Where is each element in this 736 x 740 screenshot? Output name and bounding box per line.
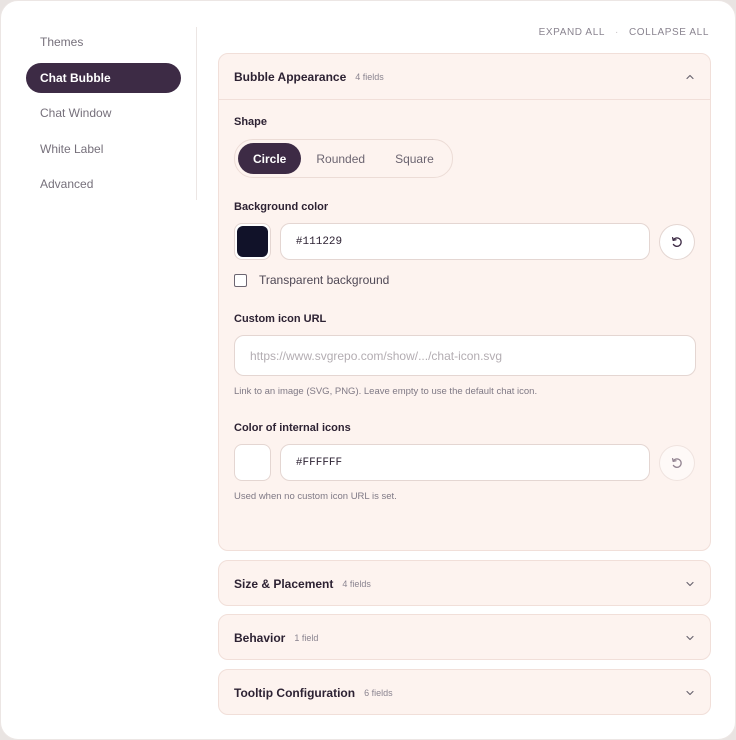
background-color-label: Background color (234, 201, 329, 213)
custom-icon-url-label: Custom icon URL (234, 313, 327, 325)
background-color-input[interactable]: #111229 (279, 223, 651, 260)
shape-option-circle[interactable]: Circle (238, 143, 302, 174)
sidebar-item-chat-bubble[interactable]: Chat Bubble (26, 62, 181, 93)
panel-size-placement: Size & Placement 4 fields (218, 560, 711, 606)
panel-tooltip-configuration: Tooltip Configuration 6 fields (218, 669, 711, 715)
panel-header-bubble-appearance[interactable]: Bubble Appearance 4 fields (219, 54, 710, 99)
internal-icons-color-row: #FFFFFF (234, 444, 696, 481)
panel-title: Tooltip Configuration (234, 685, 356, 700)
transparent-background-label: Transparent background (259, 273, 390, 287)
shape-label: Shape (234, 116, 268, 128)
internal-icons-color-hint: Used when no custom icon URL is set. (234, 491, 397, 502)
actions-separator: · (615, 27, 619, 38)
expand-all-button[interactable]: EXPAND ALL (539, 27, 605, 38)
sidebar-divider (196, 27, 197, 200)
panel-title: Behavior (234, 630, 286, 645)
panel-actions: EXPAND ALL · COLLAPSE ALL (539, 27, 709, 38)
panel-header-size-placement[interactable]: Size & Placement 4 fields (219, 561, 710, 606)
internal-icons-color-reset-button[interactable] (659, 444, 696, 481)
panel-field-count: 4 fields (355, 71, 384, 82)
shape-option-rounded[interactable]: Rounded (301, 143, 380, 174)
background-color-reset-button[interactable] (659, 223, 696, 260)
panel-title: Bubble Appearance (234, 69, 347, 84)
sidebar-nav: Themes Chat Bubble Chat Window White Lab… (26, 27, 181, 205)
panel-body-bubble-appearance: Shape Circle Rounded Square Background c… (219, 99, 710, 502)
internal-icons-color-fill (236, 447, 268, 478)
internal-icons-color-input[interactable]: #FFFFFF (279, 444, 651, 481)
background-color-fill (236, 226, 268, 257)
transparent-background-checkbox[interactable] (234, 273, 247, 287)
chevron-down-icon (686, 690, 694, 695)
background-color-row: #111229 (234, 223, 696, 260)
chevron-down-icon (686, 635, 694, 640)
custom-icon-url-hint: Link to an image (SVG, PNG). Leave empty… (234, 386, 538, 397)
internal-icons-color-label: Color of internal icons (234, 422, 351, 434)
collapse-all-button[interactable]: COLLAPSE ALL (629, 27, 709, 38)
sidebar-item-chat-window[interactable]: Chat Window (26, 98, 181, 128)
shape-selector: Circle Rounded Square (234, 139, 453, 178)
sidebar-item-themes[interactable]: Themes (26, 27, 181, 57)
chevron-down-icon (686, 581, 694, 586)
panel-field-count: 1 field (294, 632, 319, 643)
panel-bubble-appearance: Bubble Appearance 4 fields Shape Circle … (218, 53, 711, 551)
reset-icon (671, 457, 682, 468)
internal-icons-color-swatch[interactable] (234, 444, 271, 481)
reset-icon (671, 236, 682, 247)
background-color-swatch[interactable] (234, 223, 271, 260)
panel-header-tooltip-configuration[interactable]: Tooltip Configuration 6 fields (219, 670, 710, 715)
panel-field-count: 4 fields (342, 578, 371, 589)
shape-option-square[interactable]: Square (380, 143, 449, 174)
panel-field-count: 6 fields (364, 687, 393, 698)
panel-behavior: Behavior 1 field (218, 614, 711, 660)
chevron-up-icon (686, 74, 694, 79)
transparent-background-row: Transparent background (234, 273, 695, 287)
panel-title: Size & Placement (234, 576, 334, 591)
panel-header-behavior[interactable]: Behavior 1 field (219, 615, 710, 660)
settings-card: Themes Chat Bubble Chat Window White Lab… (0, 0, 736, 740)
custom-icon-url-input[interactable]: https://www.svgrepo.com/show/.../chat-ic… (234, 335, 696, 376)
sidebar-item-white-label[interactable]: White Label (26, 134, 181, 164)
sidebar-item-advanced[interactable]: Advanced (26, 169, 181, 199)
